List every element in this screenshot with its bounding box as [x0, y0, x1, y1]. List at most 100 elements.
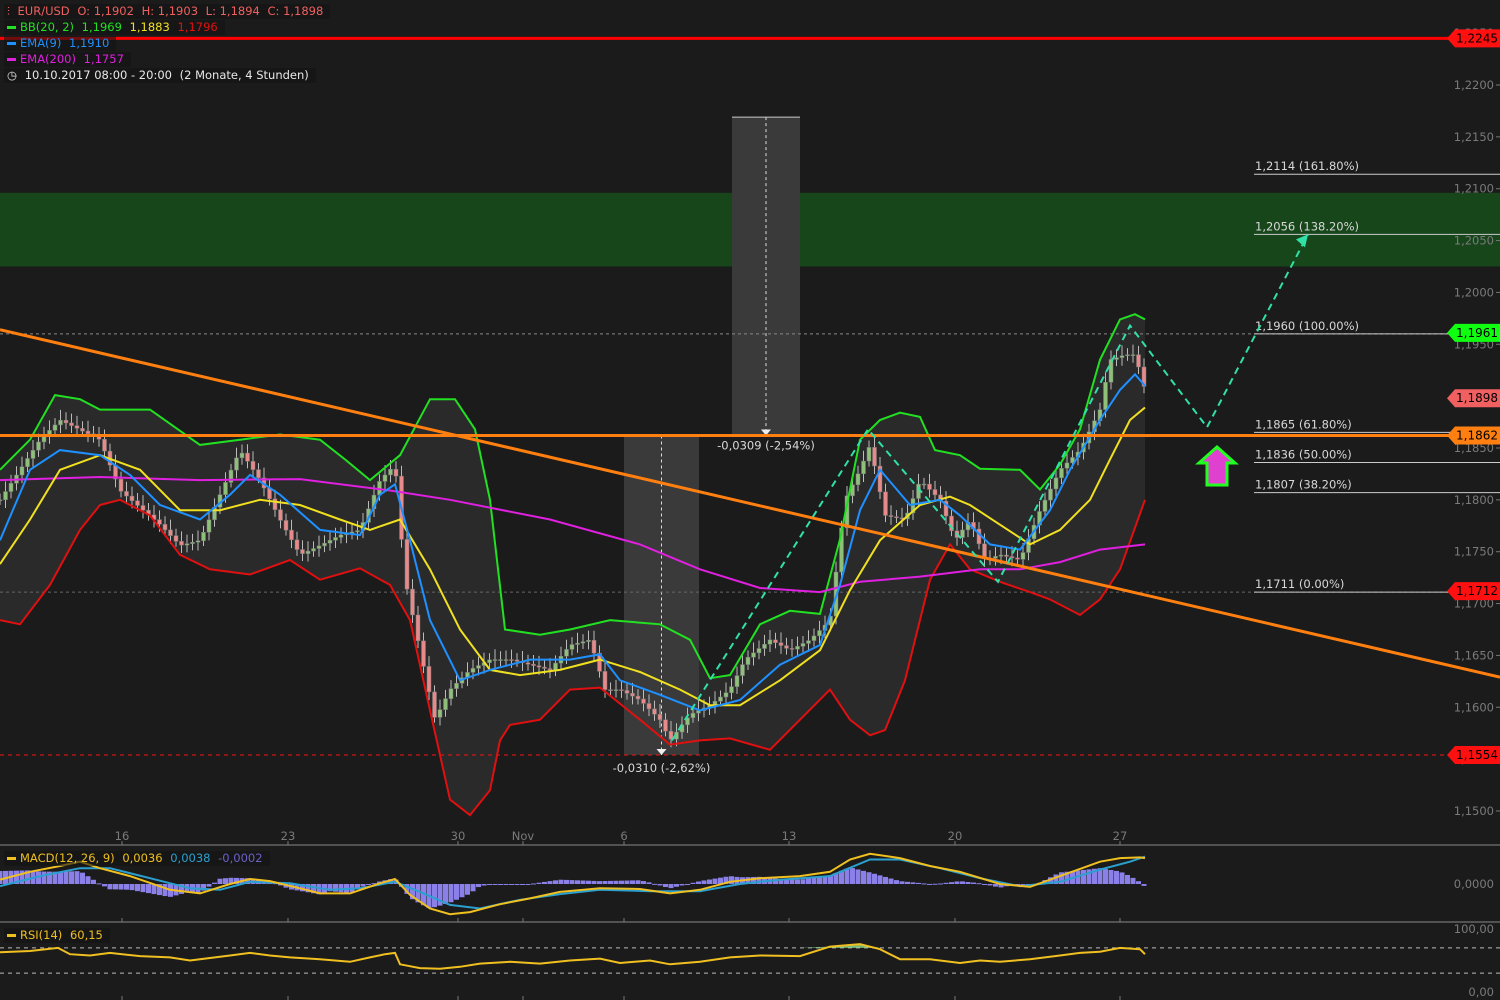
macd-histogram-bar: [124, 884, 129, 890]
macd-histogram-bar: [910, 882, 916, 884]
rsi-top-label: 100,00: [1454, 922, 1494, 936]
price-tag-label: 1,1554: [1456, 748, 1498, 762]
macd-histogram-bar: [85, 876, 91, 884]
rsi-overbought-fill: [0, 944, 1145, 948]
macd-histogram-bar: [938, 883, 943, 885]
y-tick-label: 1,1600: [1454, 700, 1494, 714]
candle-body: [432, 691, 437, 718]
ema9-legend[interactable]: EMA(9) 1,1910: [4, 36, 117, 51]
macd-histogram-bar: [140, 884, 146, 893]
y-tick-label: 1,2000: [1454, 285, 1494, 299]
candle-body: [718, 696, 723, 702]
bb-lower-value: 1,1796: [177, 20, 218, 34]
candle-body: [201, 532, 206, 542]
macd-histogram-bar: [916, 882, 921, 884]
candle-body: [80, 428, 85, 432]
macd-histogram-bar: [96, 883, 102, 885]
x-tick-label: 27: [1113, 829, 1128, 843]
macd-histogram-bar: [789, 879, 795, 884]
macd-histogram-bar: [503, 884, 509, 885]
candle-body: [410, 588, 415, 616]
candle-body: [355, 530, 360, 533]
y-tick-label: 1,1650: [1454, 648, 1494, 662]
candle-body: [322, 542, 327, 547]
candle-body: [0, 499, 3, 502]
candle-body: [586, 639, 591, 642]
macd-histogram-bar: [949, 882, 954, 884]
candle-body: [289, 529, 294, 541]
price-tag-label: 1,1898: [1456, 391, 1498, 405]
timeframe-legend: ◷ 10.10.2017 08:00 - 20:00 (2 Monate, 4 …: [4, 68, 316, 83]
bb-upper-value: 1,1969: [81, 20, 122, 34]
candle-body: [921, 483, 927, 486]
macd-histogram-bar: [107, 884, 113, 890]
close-value: C: 1,1898: [267, 4, 324, 18]
bb-label: BB(20, 2): [20, 20, 75, 34]
candle-body: [283, 520, 289, 531]
candle-body: [1114, 357, 1119, 360]
macd-histogram-bar: [514, 884, 520, 885]
price-tag-label: 1,1712: [1456, 584, 1498, 598]
candle-body: [657, 714, 663, 720]
y-tick-label: 1,1750: [1454, 545, 1494, 559]
candle-body: [1059, 468, 1064, 479]
candle-body: [646, 703, 652, 710]
fib-level-label: 1,1836 (50.00%): [1255, 448, 1352, 462]
macd-histogram-bar: [811, 877, 817, 884]
macd-histogram-bar: [443, 884, 448, 905]
candle-body: [729, 686, 734, 693]
fib-level-label: 1,2114 (161.80%): [1255, 159, 1359, 173]
macd-histogram-bar: [509, 884, 514, 885]
macd-legend[interactable]: MACD(12, 26, 9) 0,0036 0,0038 -0,0002: [4, 851, 270, 866]
indicator-icon: ⫶: [7, 4, 10, 18]
macd-histogram-bar: [921, 883, 927, 885]
candle-body: [36, 441, 41, 451]
candle-body: [756, 648, 762, 654]
macd-histogram-bar: [525, 884, 531, 885]
candle-body: [305, 550, 311, 554]
candle-body: [74, 425, 80, 429]
macd-histogram-bar: [635, 880, 641, 884]
macd-histogram-bar: [113, 884, 118, 890]
macd-histogram-bar: [432, 884, 437, 908]
ema200-legend[interactable]: EMA(200) 1,1757: [4, 52, 131, 67]
rsi-legend[interactable]: RSI(14) 60,15: [4, 928, 110, 943]
candle-body: [1125, 354, 1130, 356]
macd-histogram-bar: [1103, 869, 1108, 884]
price-tag-label: 1,2245: [1456, 31, 1498, 45]
candle-body: [542, 666, 547, 669]
rsi-swatch-icon: [7, 934, 16, 937]
macd-histogram-bar: [212, 882, 217, 884]
macd-histogram-bar: [564, 879, 569, 884]
price-chart[interactable]: 1,22501,22001,21501,21001,20501,20001,19…: [0, 0, 1500, 1000]
candle-body: [487, 659, 492, 663]
rsi-value: 60,15: [69, 928, 103, 942]
candle-body: [69, 422, 74, 426]
period-text: (2 Monate, 4 Stunden): [179, 68, 309, 82]
candle-body: [223, 482, 228, 495]
candle-body: [531, 663, 536, 666]
macd-histogram-bar: [806, 878, 811, 884]
buy-arrow-icon: [1195, 444, 1239, 487]
open-value: O: 1,1902: [77, 4, 134, 18]
candle-body: [778, 642, 784, 646]
macd-histogram-bar: [613, 880, 619, 884]
candle-body: [162, 524, 168, 531]
macd-histogram-bar: [943, 882, 949, 884]
macd-histogram-bar: [894, 880, 899, 884]
candle-body: [734, 675, 740, 687]
candle-body: [998, 554, 1004, 557]
candle-body: [404, 539, 410, 590]
candle-body: [580, 641, 586, 644]
macd-histogram-bar: [465, 884, 470, 895]
macd-histogram-bar: [536, 882, 542, 884]
macd-histogram-bar: [146, 884, 151, 894]
candle-body: [509, 659, 514, 661]
candle-body: [129, 495, 135, 502]
bb-legend[interactable]: BB(20, 2) 1,1969 1,1883 1,1796: [4, 20, 225, 35]
candle-body: [767, 639, 773, 645]
macd-histogram-bar: [558, 879, 564, 884]
candle-body: [157, 519, 162, 525]
macd-histogram-bar: [63, 871, 69, 884]
candle-body: [1009, 556, 1015, 559]
